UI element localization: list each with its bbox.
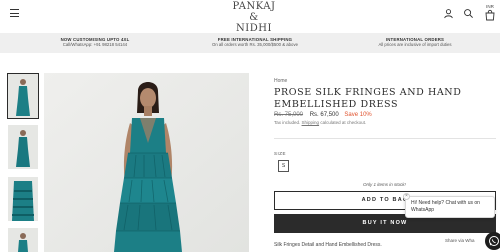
thumbnail-2[interactable] — [8, 125, 38, 169]
dress-model-image — [44, 73, 249, 252]
close-chat-button[interactable]: × — [403, 193, 410, 200]
breadcrumb[interactable]: Home — [274, 78, 287, 84]
info-subtitle: All prices are inclusive of import dutie… — [378, 42, 452, 47]
size-option-s[interactable]: S — [278, 160, 289, 172]
thumbnail-4[interactable] — [8, 228, 38, 252]
tax-suffix: calculated at checkout. — [320, 120, 367, 125]
bag-icon[interactable] — [484, 9, 496, 21]
size-label: SIZE — [274, 151, 287, 156]
main-product-image[interactable] — [44, 73, 249, 252]
tax-prefix: Tax included. — [274, 120, 301, 125]
share-via-whatsapp[interactable]: Share via Wha — [445, 238, 475, 243]
stock-status: Only 1 items in stock! — [363, 182, 406, 187]
dress-thumbnail-image — [8, 228, 38, 252]
price-row: Rs. 75,000 Rs. 67,500 Save 10% — [274, 112, 372, 118]
brand-logo[interactable]: PANKAJ & NIDHI — [232, 1, 276, 34]
shipping-link[interactable]: Shipping — [302, 120, 320, 125]
tax-note: Tax included. Shipping calculated at che… — [274, 120, 366, 125]
divider — [274, 138, 496, 139]
announcement-bar: NOW CUSTOMISING UPTO 4XL Call/WhatsApp: … — [0, 33, 500, 53]
logo-line-1: PANKAJ — [232, 1, 276, 12]
info-subtitle: On all orders worth Rs. 35,000/$500 & ab… — [212, 42, 298, 47]
dress-thumbnail-image — [8, 125, 38, 169]
original-price: Rs. 75,000 — [274, 112, 304, 118]
product-description: Silk Fringes Detail and Hand Embellished… — [274, 242, 382, 248]
info-international: INTERNATIONAL ORDERS All prices are incl… — [350, 37, 480, 48]
thumbnail-1[interactable] — [7, 73, 39, 119]
menu-icon[interactable] — [10, 9, 19, 17]
whatsapp-chat-bubble[interactable]: Hi! Need help? Chat with us on WhatsApp — [405, 196, 495, 218]
site-header: PANKAJ & NIDHI INR — [0, 0, 500, 34]
thumbnail-3[interactable] — [8, 177, 38, 221]
sale-price: Rs. 67,500 — [309, 112, 339, 118]
info-subtitle: Call/WhatsApp: +91 98218 54144 — [62, 42, 128, 47]
info-customising: NOW CUSTOMISING UPTO 4XL Call/WhatsApp: … — [30, 37, 160, 48]
search-icon[interactable] — [463, 8, 474, 19]
currency-selector[interactable]: INR — [484, 4, 496, 22]
save-badge: Save 10% — [344, 112, 372, 118]
dress-thumbnail-image — [8, 177, 38, 221]
info-shipping: FREE INTERNATIONAL SHIPPING On all order… — [190, 37, 320, 48]
whatsapp-icon — [489, 236, 499, 246]
logo-line-2: & NIDHI — [236, 12, 272, 34]
whatsapp-button[interactable] — [485, 232, 500, 250]
dress-thumbnail-image — [8, 74, 38, 118]
account-icon[interactable] — [443, 8, 454, 19]
product-title: PROSE SILK FRINGES AND HAND EMBELLISHED … — [274, 87, 462, 110]
